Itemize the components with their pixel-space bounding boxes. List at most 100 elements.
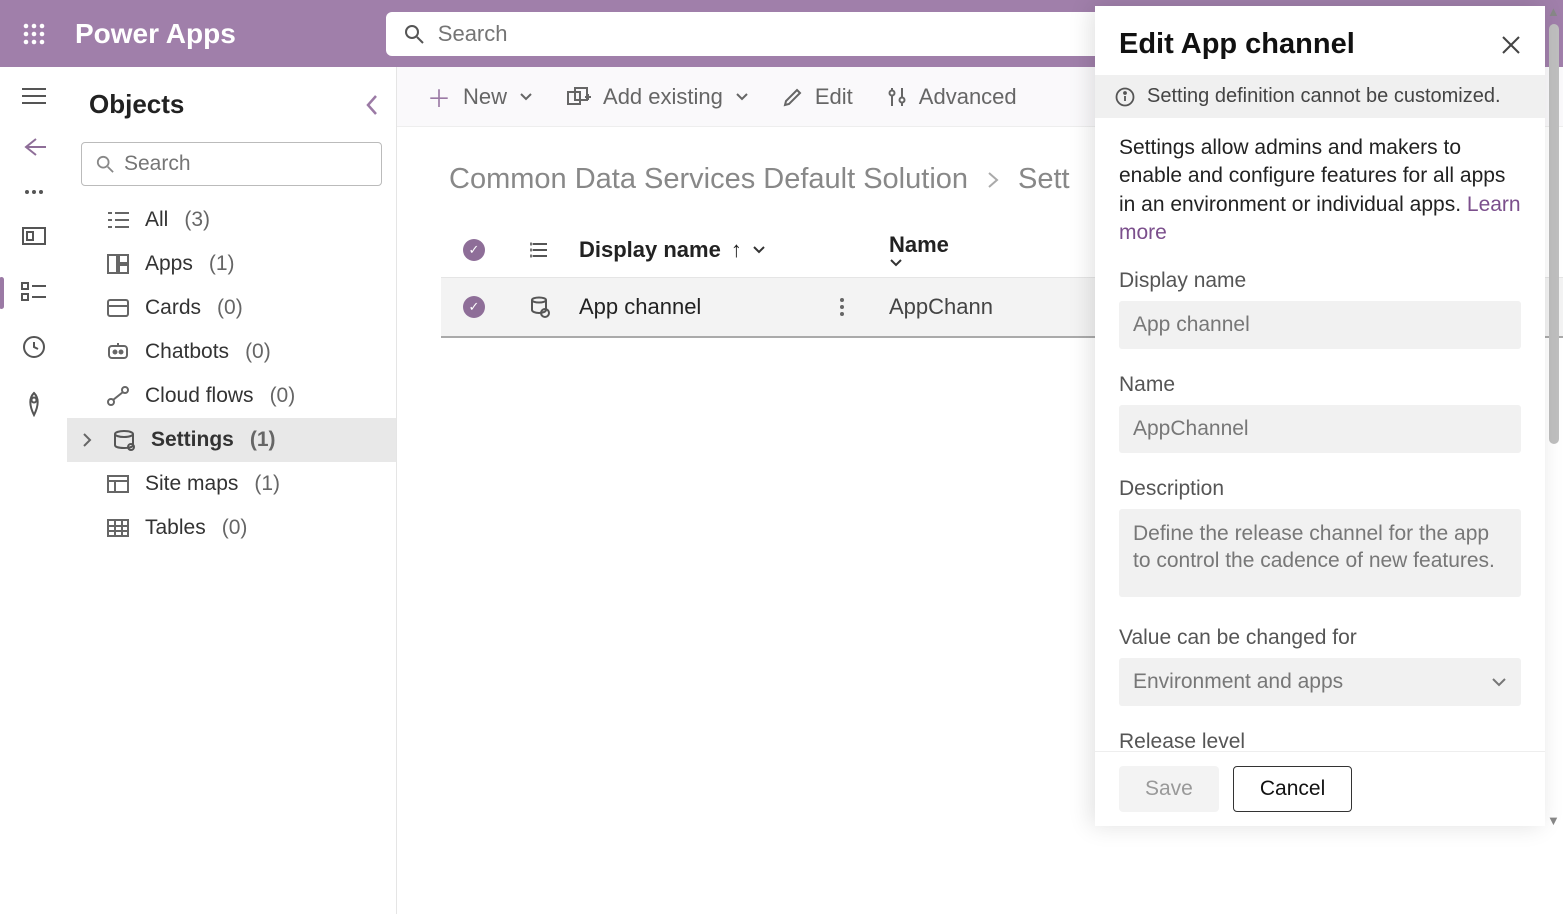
name-input[interactable] bbox=[1119, 405, 1521, 453]
sidebar-item-all[interactable]: All (3) bbox=[67, 198, 396, 242]
column-type[interactable] bbox=[507, 240, 573, 260]
panel-title: Edit App channel bbox=[1119, 28, 1355, 61]
sidebar-item-chatbots[interactable]: Chatbots (0) bbox=[67, 330, 396, 374]
rail-overview[interactable] bbox=[22, 227, 46, 249]
settings-icon bbox=[113, 429, 135, 451]
sidebar-item-label: All bbox=[145, 208, 168, 232]
save-button[interactable]: Save bbox=[1119, 766, 1219, 812]
field-label: Value can be changed for bbox=[1119, 626, 1521, 650]
field-label: Description bbox=[1119, 477, 1521, 501]
check-icon: ✓ bbox=[463, 296, 485, 318]
flow-icon bbox=[107, 386, 129, 406]
rail-back[interactable] bbox=[22, 137, 46, 157]
rail-publish[interactable] bbox=[23, 391, 45, 417]
close-button[interactable] bbox=[1501, 35, 1521, 55]
cmd-label: Advanced bbox=[919, 84, 1017, 110]
objects-title: Objects bbox=[89, 89, 184, 120]
objects-list: All (3) Apps (1) Cards (0) Chatbots (0) Clou… bbox=[67, 198, 396, 550]
chevron-down-icon[interactable] bbox=[752, 245, 766, 255]
row-more-button[interactable] bbox=[839, 297, 889, 317]
advanced-button[interactable]: Advanced bbox=[887, 84, 1017, 110]
objects-sidebar: Objects All (3) Apps (1) Cards (0) Chatbots… bbox=[67, 67, 397, 914]
field-release-level: Release level Preview bbox=[1119, 730, 1521, 751]
add-existing-icon bbox=[567, 87, 591, 107]
app-launcher-button[interactable] bbox=[0, 23, 67, 45]
description-textarea[interactable]: Define the release channel for the app t… bbox=[1119, 509, 1521, 597]
sidebar-item-count: (1) bbox=[254, 472, 280, 496]
sidebar-item-label: Tables bbox=[145, 516, 206, 540]
cmd-label: Edit bbox=[815, 84, 853, 110]
chevron-right-icon bbox=[986, 170, 1000, 190]
sidebar-item-count: (0) bbox=[222, 516, 248, 540]
sidebar-item-count: (0) bbox=[270, 384, 296, 408]
add-existing-button[interactable]: Add existing bbox=[567, 84, 749, 110]
plus-icon: ＋ bbox=[427, 79, 451, 114]
sidebar-item-label: Cloud flows bbox=[145, 384, 254, 408]
sidebar-item-cards[interactable]: Cards (0) bbox=[67, 286, 396, 330]
panel-scrollbar[interactable]: ▲ ▼ bbox=[1545, 6, 1563, 826]
breadcrumb-current: Sett bbox=[1018, 163, 1070, 196]
left-rail bbox=[0, 67, 67, 914]
sliders-icon bbox=[887, 86, 907, 108]
sidebar-item-label: Cards bbox=[145, 296, 201, 320]
rail-history[interactable] bbox=[22, 335, 46, 359]
app-title: Power Apps bbox=[75, 18, 236, 50]
scroll-down-icon[interactable]: ▼ bbox=[1547, 813, 1560, 828]
column-name[interactable]: Name bbox=[889, 232, 949, 268]
chatbot-icon bbox=[107, 342, 129, 362]
search-icon bbox=[96, 155, 114, 173]
chevron-down-icon bbox=[519, 92, 533, 102]
sidebar-item-apps[interactable]: Apps (1) bbox=[67, 242, 396, 286]
chevron-right-icon bbox=[81, 432, 93, 448]
waffle-icon bbox=[23, 23, 45, 45]
field-label: Display name bbox=[1119, 269, 1521, 293]
field-label: Release level bbox=[1119, 730, 1521, 751]
chevron-down-icon[interactable] bbox=[889, 258, 949, 268]
rail-objects[interactable] bbox=[21, 281, 47, 303]
sidebar-item-site-maps[interactable]: Site maps(1) bbox=[67, 462, 396, 506]
breadcrumb-root[interactable]: Common Data Services Default Solution bbox=[449, 163, 968, 196]
sidebar-item-label: Apps bbox=[145, 252, 193, 276]
row-display-name: App channel bbox=[573, 294, 839, 320]
objects-search-input[interactable] bbox=[124, 152, 367, 176]
select-all[interactable]: ✓ bbox=[441, 239, 507, 261]
edit-panel: Edit App channel Setting definition cann… bbox=[1095, 6, 1545, 826]
sidebar-item-count: (3) bbox=[184, 208, 210, 232]
sidebar-item-count: (1) bbox=[209, 252, 235, 276]
cmd-label: New bbox=[463, 84, 507, 110]
field-label: Name bbox=[1119, 373, 1521, 397]
edit-button[interactable]: Edit bbox=[783, 84, 853, 110]
row-select[interactable]: ✓ bbox=[441, 296, 507, 318]
sidebar-item-tables[interactable]: Tables (0) bbox=[67, 506, 396, 550]
sidebar-item-count: (1) bbox=[250, 428, 276, 452]
chevron-down-icon bbox=[735, 92, 749, 102]
new-button[interactable]: ＋ New bbox=[427, 79, 533, 114]
sidebar-item-label: Chatbots bbox=[145, 340, 229, 364]
display-name-input[interactable] bbox=[1119, 301, 1521, 349]
rail-hamburger[interactable] bbox=[22, 87, 46, 105]
scroll-up-icon[interactable]: ▲ bbox=[1547, 4, 1560, 19]
sitemap-icon bbox=[107, 475, 129, 493]
row-name: AppChann bbox=[889, 294, 993, 320]
field-value-changed: Value can be changed for Environment and… bbox=[1119, 626, 1521, 706]
row-type-icon bbox=[507, 296, 573, 318]
sidebar-item-count: (0) bbox=[217, 296, 243, 320]
column-display-name[interactable]: Display name ↑ bbox=[573, 237, 839, 263]
sidebar-item-label: Settings bbox=[151, 428, 234, 452]
apps-icon bbox=[107, 254, 129, 274]
info-banner: Setting definition cannot be customized. bbox=[1095, 75, 1545, 118]
cmd-label: Add existing bbox=[603, 84, 723, 110]
sidebar-item-count: (0) bbox=[245, 340, 271, 364]
sidebar-item-cloud-flows[interactable]: Cloud flows (0) bbox=[67, 374, 396, 418]
collapse-sidebar-button[interactable] bbox=[364, 93, 380, 117]
rail-more[interactable] bbox=[24, 189, 44, 195]
cancel-button[interactable]: Cancel bbox=[1233, 766, 1352, 812]
sidebar-item-settings[interactable]: Settings (1) bbox=[67, 418, 396, 462]
search-icon bbox=[404, 24, 424, 44]
pencil-icon bbox=[783, 87, 803, 107]
info-icon bbox=[1115, 87, 1135, 107]
objects-search[interactable] bbox=[81, 142, 382, 186]
value-changed-select[interactable]: Environment and apps bbox=[1119, 658, 1521, 706]
scroll-thumb[interactable] bbox=[1549, 24, 1559, 444]
list-icon bbox=[107, 210, 129, 230]
